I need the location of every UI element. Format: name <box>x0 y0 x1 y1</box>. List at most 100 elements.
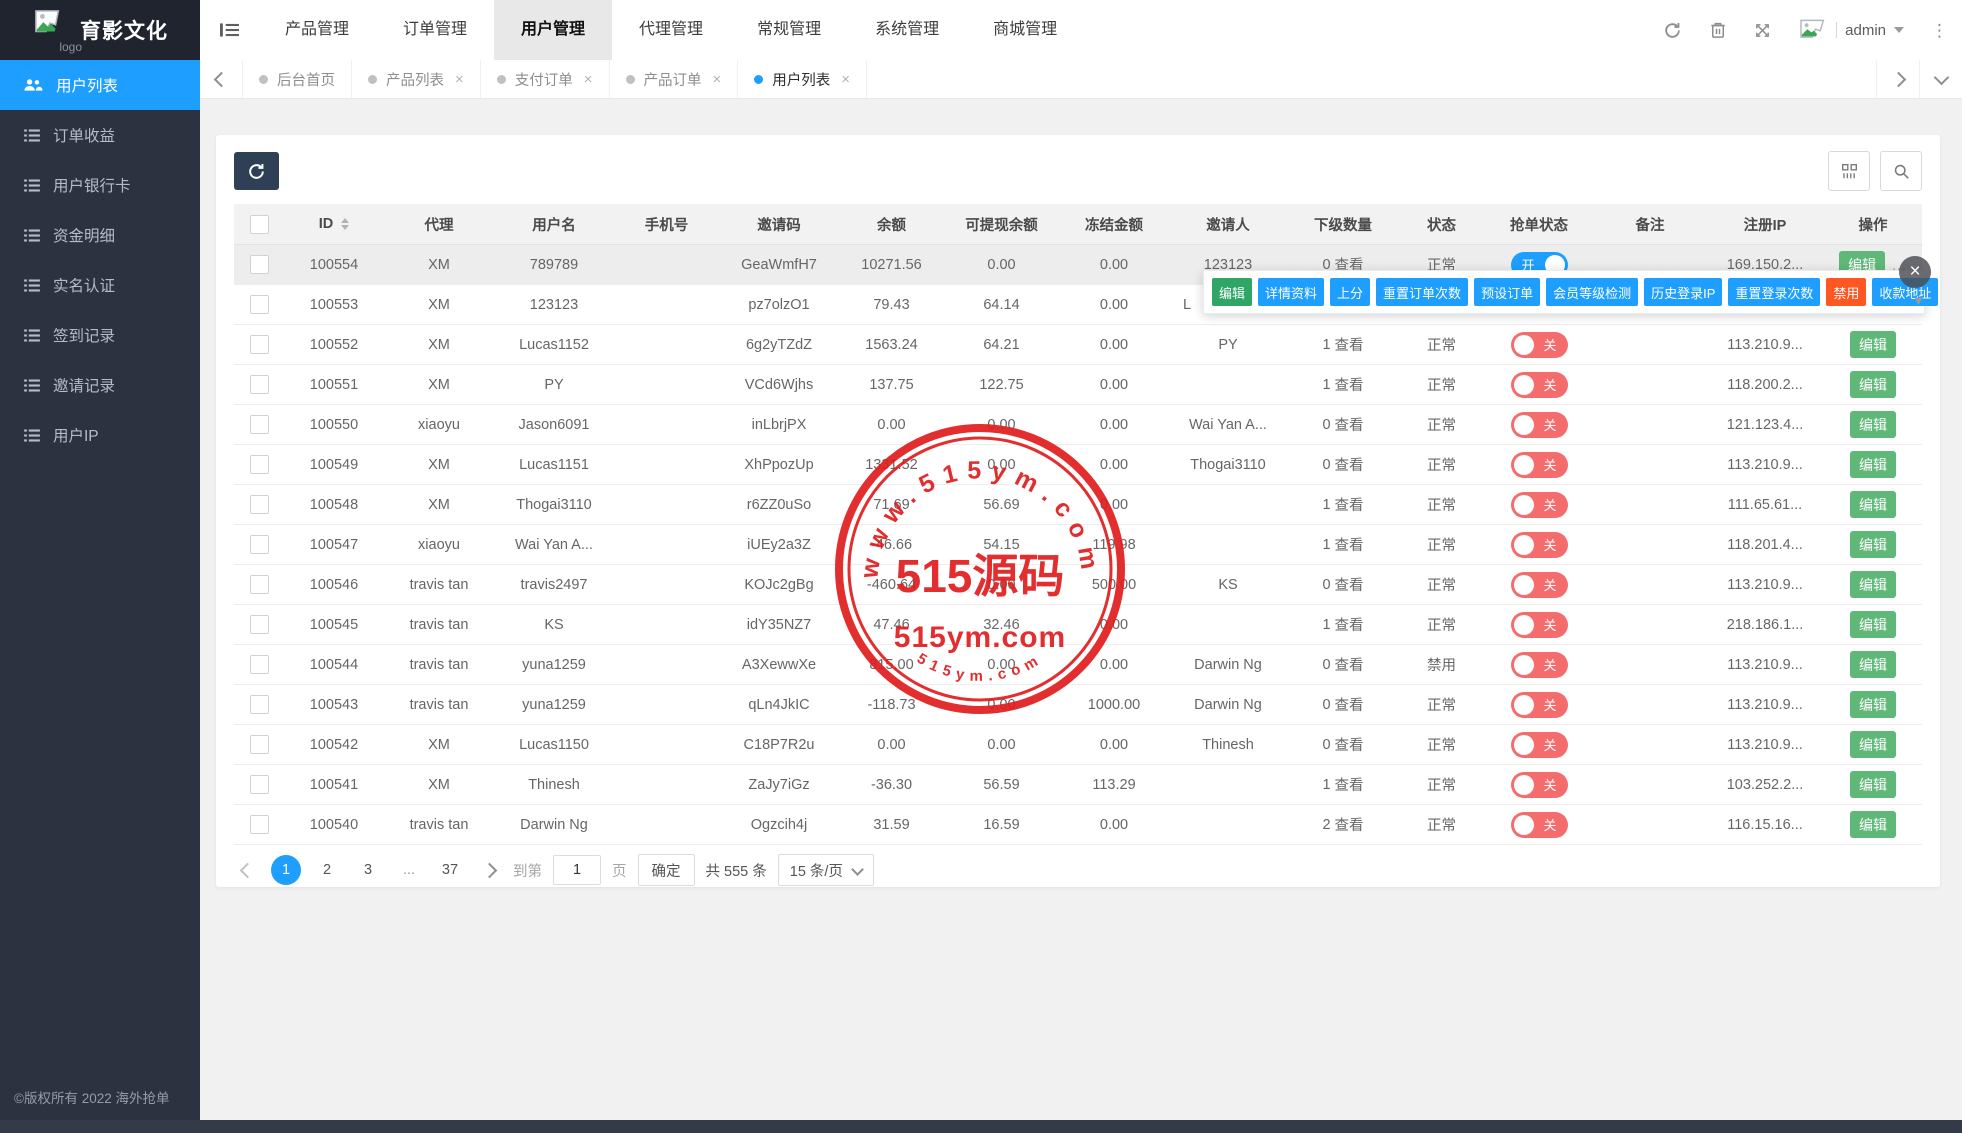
popup-action-button[interactable]: 禁用 <box>1826 278 1867 306</box>
popup-action-button[interactable]: 会员等级检测 <box>1546 278 1639 306</box>
edit-button[interactable]: 编辑 <box>1850 571 1896 598</box>
tab[interactable]: 后台首页 <box>243 60 352 98</box>
edit-button[interactable]: 编辑 <box>1850 731 1896 758</box>
edit-button[interactable]: 编辑 <box>1850 691 1896 718</box>
row-checkbox[interactable] <box>249 415 269 434</box>
page-button[interactable]: 3 <box>353 855 383 885</box>
row-checkbox[interactable] <box>249 495 269 514</box>
edit-button[interactable]: 编辑 <box>1850 531 1896 558</box>
grab-toggle-off[interactable]: 关 <box>1510 771 1568 798</box>
nav-item[interactable]: 产品管理 <box>258 0 376 60</box>
row-checkbox[interactable] <box>249 255 269 274</box>
per-page-select[interactable]: 15 条/页 <box>777 854 874 886</box>
view-link[interactable]: 查看 <box>1335 694 1364 715</box>
tab-close-icon[interactable]: × <box>584 71 593 88</box>
grab-toggle-off[interactable]: 关 <box>1510 691 1568 718</box>
view-link[interactable]: 查看 <box>1335 734 1364 755</box>
tab-close-icon[interactable]: × <box>841 71 850 88</box>
grab-toggle-off[interactable]: 关 <box>1510 331 1568 358</box>
table-refresh-button[interactable] <box>234 152 279 190</box>
row-checkbox[interactable] <box>249 815 269 834</box>
view-link[interactable]: 查看 <box>1335 574 1364 595</box>
view-link[interactable]: 查看 <box>1335 494 1364 515</box>
popup-action-button[interactable]: 预设订单 <box>1474 278 1541 306</box>
tab[interactable]: 支付订单 × <box>481 60 610 98</box>
edit-button[interactable]: 编辑 <box>1850 651 1896 678</box>
tabs-menu-icon[interactable] <box>1919 60 1962 98</box>
user-menu[interactable]: admin <box>1798 18 1904 42</box>
sidebar-item[interactable]: 用户列表 <box>0 60 200 110</box>
next-page-icon[interactable] <box>476 855 502 885</box>
prev-page-icon[interactable] <box>234 855 260 885</box>
more-menu-icon[interactable]: ⋮ <box>1931 22 1948 39</box>
edit-button[interactable]: 编辑 <box>1850 371 1896 398</box>
tab[interactable]: 产品列表 × <box>352 60 481 98</box>
popup-action-button[interactable]: 编辑 <box>1212 278 1253 306</box>
select-all-checkbox[interactable] <box>249 214 269 234</box>
grab-toggle-off[interactable]: 关 <box>1510 371 1568 398</box>
grab-toggle-off[interactable]: 关 <box>1510 491 1568 518</box>
nav-item[interactable]: 常规管理 <box>730 0 848 60</box>
row-checkbox[interactable] <box>249 335 269 354</box>
row-checkbox[interactable] <box>249 775 269 794</box>
view-link[interactable]: 查看 <box>1335 534 1364 555</box>
edit-button[interactable]: 编辑 <box>1850 611 1896 638</box>
nav-item[interactable]: 商城管理 <box>966 0 1084 60</box>
collapse-menu-icon[interactable] <box>200 0 258 60</box>
tabs-scroll-left-icon[interactable] <box>200 60 243 98</box>
row-checkbox[interactable] <box>249 295 269 314</box>
sidebar-item[interactable]: 用户银行卡 <box>0 160 200 210</box>
row-checkbox[interactable] <box>249 535 269 554</box>
nav-item[interactable]: 系统管理 <box>848 0 966 60</box>
edit-button[interactable]: 编辑 <box>1850 811 1896 838</box>
view-link[interactable]: 查看 <box>1335 654 1364 675</box>
view-link[interactable]: 查看 <box>1335 414 1364 435</box>
edit-button[interactable]: 编辑 <box>1850 331 1896 358</box>
sidebar-item[interactable]: 签到记录 <box>0 310 200 360</box>
sidebar-item[interactable]: 用户IP <box>0 410 200 460</box>
view-link[interactable]: 查看 <box>1335 454 1364 475</box>
row-checkbox[interactable] <box>249 655 269 674</box>
grab-toggle-off[interactable]: 关 <box>1510 451 1568 478</box>
confirm-page-button[interactable]: 确定 <box>637 854 695 886</box>
grab-toggle-off[interactable]: 关 <box>1510 411 1568 438</box>
sidebar-item[interactable]: 订单收益 <box>0 110 200 160</box>
popup-action-button[interactable]: 详情资料 <box>1258 278 1325 306</box>
popup-action-button[interactable]: 重置登录次数 <box>1728 278 1821 306</box>
row-checkbox[interactable] <box>249 615 269 634</box>
popup-action-button[interactable]: 上分 <box>1330 278 1371 306</box>
edit-button[interactable]: 编辑 <box>1850 411 1896 438</box>
nav-item[interactable]: 订单管理 <box>376 0 494 60</box>
tab-close-icon[interactable]: × <box>713 71 722 88</box>
nav-item[interactable]: 代理管理 <box>612 0 730 60</box>
popup-caret-icon[interactable]: ▼ <box>1912 293 1925 308</box>
row-checkbox[interactable] <box>249 735 269 754</box>
search-icon[interactable] <box>1880 151 1922 191</box>
row-checkbox[interactable] <box>249 455 269 474</box>
grab-toggle-off[interactable]: 关 <box>1510 611 1568 638</box>
sort-icon[interactable] <box>341 218 350 230</box>
page-button[interactable]: 37 <box>435 855 465 885</box>
goto-page-input[interactable] <box>553 855 601 885</box>
sidebar-item[interactable]: 实名认证 <box>0 260 200 310</box>
tab[interactable]: 用户列表 × <box>738 60 868 98</box>
page-button[interactable]: 2 <box>312 855 342 885</box>
sidebar-item[interactable]: 邀请记录 <box>0 360 200 410</box>
nav-item[interactable]: 用户管理 <box>494 0 613 60</box>
edit-button[interactable]: 编辑 <box>1850 771 1896 798</box>
trash-icon[interactable] <box>1709 21 1727 39</box>
view-link[interactable]: 查看 <box>1335 374 1364 395</box>
tab[interactable]: 产品订单 × <box>610 60 739 98</box>
row-checkbox[interactable] <box>249 375 269 394</box>
row-checkbox[interactable] <box>249 575 269 594</box>
grab-toggle-off[interactable]: 关 <box>1510 651 1568 678</box>
grab-toggle-off[interactable]: 关 <box>1510 531 1568 558</box>
popup-action-button[interactable]: 重置订单次数 <box>1376 278 1469 306</box>
sidebar-item[interactable]: 资金明细 <box>0 210 200 260</box>
tabs-scroll-right-icon[interactable] <box>1876 60 1919 98</box>
refresh-icon[interactable] <box>1663 21 1682 40</box>
grab-toggle-off[interactable]: 关 <box>1510 571 1568 598</box>
view-link[interactable]: 查看 <box>1335 814 1364 835</box>
filter-columns-button[interactable] <box>1828 151 1870 191</box>
view-link[interactable]: 查看 <box>1335 334 1364 355</box>
